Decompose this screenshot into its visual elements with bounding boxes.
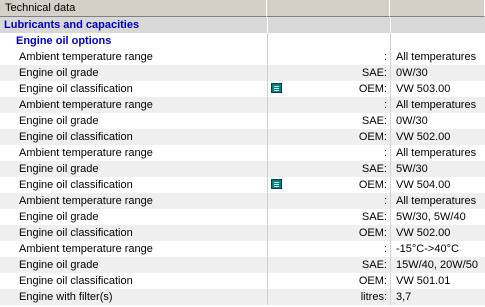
- row-unit: :: [383, 243, 387, 255]
- row-unit: :: [383, 147, 387, 159]
- subsection-title[interactable]: Engine oil options: [0, 33, 267, 49]
- row-label: Engine oil classification: [19, 275, 133, 287]
- row-label: Engine oil grade: [19, 211, 99, 223]
- row-unit: OEM:: [358, 131, 387, 143]
- header-column-3[interactable]: [390, 0, 485, 17]
- table-row[interactable]: Ambient temperature range: All temperatur…: [0, 49, 485, 65]
- row-label: Engine oil classification: [19, 131, 133, 143]
- row-unit: :: [383, 99, 387, 111]
- row-unit: SAE:: [361, 211, 387, 223]
- section-row: Lubricants and capacities: [0, 17, 485, 33]
- table-row[interactable]: Ambient temperature range: All temperatur…: [0, 97, 485, 113]
- row-value: VW 502.00: [390, 129, 485, 145]
- row-value: All temperatures: [390, 193, 485, 209]
- row-unit-cell: SAE:: [267, 65, 390, 81]
- table-row[interactable]: Engine oil classification OEM: VW 504.00: [0, 177, 485, 193]
- row-label: Engine oil classification: [19, 227, 133, 239]
- row-label: Ambient temperature range: [19, 195, 153, 207]
- row-label: Engine oil grade: [19, 67, 99, 79]
- technical-data-table: Technical data Lubricants and capacities…: [0, 0, 485, 305]
- header-column-2[interactable]: [267, 0, 390, 17]
- table-row[interactable]: Engine oil classification OEM: VW 502.00: [0, 225, 485, 241]
- row-unit-cell: SAE:: [267, 113, 390, 129]
- row-unit-cell: :: [267, 145, 390, 161]
- row-label: Engine oil classification: [19, 83, 133, 95]
- row-value: All temperatures: [390, 49, 485, 65]
- table-row[interactable]: Engine oil grade SAE: 15W/40, 20W/50: [0, 257, 485, 273]
- row-unit-cell: OEM:: [267, 177, 390, 193]
- info-document-icon[interactable]: [271, 83, 282, 93]
- row-label: Engine oil classification: [19, 179, 133, 191]
- row-unit-cell: SAE:: [267, 209, 390, 225]
- row-value: 3,7: [390, 289, 485, 305]
- row-unit-cell: :: [267, 193, 390, 209]
- table-row[interactable]: Engine oil grade SAE: 0W/30: [0, 113, 485, 129]
- row-value: 0W/30: [390, 113, 485, 129]
- table-row[interactable]: Engine oil classification OEM: VW 503.00: [0, 81, 485, 97]
- data-rows: Ambient temperature range: All temperatur…: [0, 49, 485, 305]
- row-label: Engine oil grade: [19, 163, 99, 175]
- row-unit: OEM:: [358, 179, 387, 191]
- info-document-icon[interactable]: [271, 179, 282, 189]
- row-label: Engine with filter(s): [19, 291, 113, 303]
- row-unit-cell: OEM:: [267, 273, 390, 289]
- row-unit: OEM:: [358, 227, 387, 239]
- row-unit: OEM:: [358, 275, 387, 287]
- row-unit: litres:: [360, 291, 387, 303]
- row-unit-cell: :: [267, 241, 390, 257]
- row-unit-cell: OEM:: [267, 225, 390, 241]
- row-label: Engine oil grade: [19, 115, 99, 127]
- table-row[interactable]: Ambient temperature range: All temperatur…: [0, 193, 485, 209]
- row-unit: SAE:: [361, 259, 387, 271]
- row-label: Ambient temperature range: [19, 99, 153, 111]
- table-row[interactable]: Engine oil grade SAE: 5W/30: [0, 161, 485, 177]
- row-unit: SAE:: [361, 67, 387, 79]
- table-row[interactable]: Ambient temperature range: All temperatur…: [0, 145, 485, 161]
- row-unit-cell: OEM:: [267, 81, 390, 97]
- row-value: VW 502.00: [390, 225, 485, 241]
- table-row[interactable]: Engine oil grade SAE: 5W/30, 5W/40: [0, 209, 485, 225]
- row-value: VW 504.00: [390, 177, 485, 193]
- row-value: All temperatures: [390, 97, 485, 113]
- row-unit-cell: OEM:: [267, 129, 390, 145]
- row-label: Engine oil grade: [19, 259, 99, 271]
- row-unit-cell: SAE:: [267, 161, 390, 177]
- row-unit-cell: litres:: [267, 289, 390, 305]
- table-row[interactable]: Engine oil classification OEM: VW 501.01: [0, 273, 485, 289]
- row-value: -15°C->40°C: [390, 241, 485, 257]
- row-unit: :: [383, 51, 387, 63]
- row-value: 5W/30, 5W/40: [390, 209, 485, 225]
- section-title[interactable]: Lubricants and capacities: [0, 17, 267, 33]
- row-unit-cell: :: [267, 97, 390, 113]
- table-row[interactable]: Engine oil grade SAE: 0W/30: [0, 65, 485, 81]
- row-value: VW 503.00: [390, 81, 485, 97]
- row-label: Ambient temperature range: [19, 147, 153, 159]
- header-title[interactable]: Technical data: [0, 0, 267, 17]
- row-value: 0W/30: [390, 65, 485, 81]
- row-label: Ambient temperature range: [19, 243, 153, 255]
- row-label: Ambient temperature range: [19, 51, 153, 63]
- table-header: Technical data: [0, 0, 485, 17]
- row-unit: SAE:: [361, 115, 387, 127]
- row-unit: OEM:: [358, 83, 387, 95]
- table-row[interactable]: Engine with filter(s) litres: 3,7: [0, 289, 485, 305]
- row-value: All temperatures: [390, 145, 485, 161]
- subsection-row: Engine oil options: [0, 33, 485, 49]
- row-unit: :: [383, 195, 387, 207]
- row-unit: SAE:: [361, 163, 387, 175]
- table-row[interactable]: Ambient temperature range: -15°C->40°C: [0, 241, 485, 257]
- row-unit-cell: SAE:: [267, 257, 390, 273]
- table-row[interactable]: Engine oil classification OEM: VW 502.00: [0, 129, 485, 145]
- row-value: VW 501.01: [390, 273, 485, 289]
- row-unit-cell: :: [267, 49, 390, 65]
- row-value: 5W/30: [390, 161, 485, 177]
- row-value: 15W/40, 20W/50: [390, 257, 485, 273]
